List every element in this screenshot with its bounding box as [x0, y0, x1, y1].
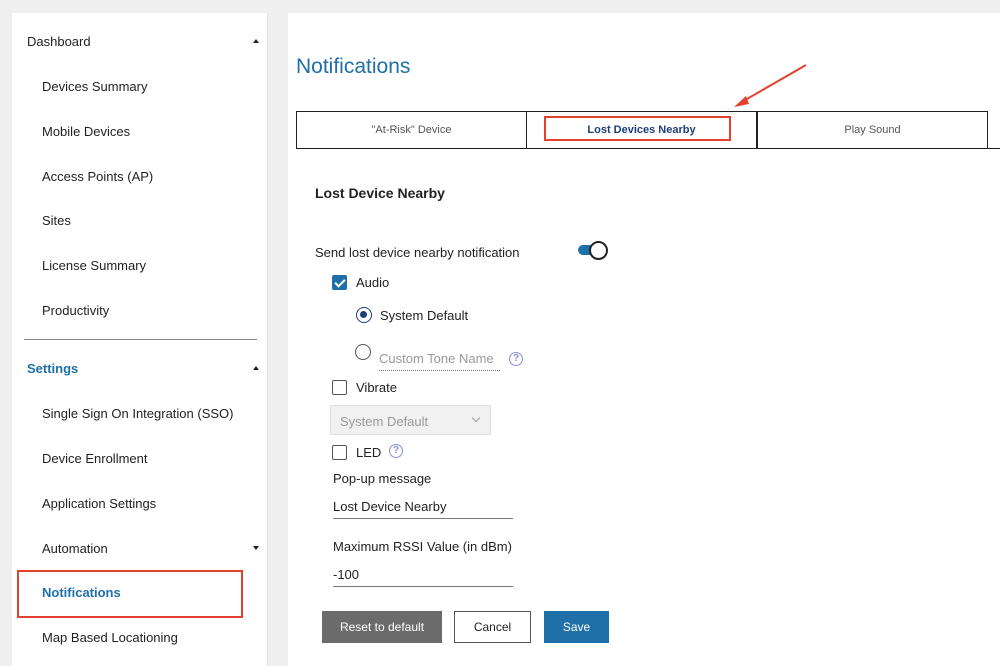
sidebar-item-label: Mobile Devices [42, 123, 131, 139]
sidebar-item-devices-summary[interactable]: Devices Summary [12, 64, 268, 108]
chevron-down-icon [471, 413, 481, 423]
caret-up-icon [253, 366, 259, 370]
led-checkbox[interactable] [332, 445, 347, 460]
sidebar-section-settings[interactable]: Settings [12, 346, 268, 390]
main-panel: Notifications "At-Risk" Device Lost Devi… [288, 13, 1000, 666]
vibrate-select[interactable]: System Default [330, 405, 491, 435]
sidebar-divider [24, 339, 257, 340]
tab-underline [296, 148, 1000, 149]
tab-label: Lost Devices Nearby [587, 124, 696, 136]
tab-at-risk-device[interactable]: "At-Risk" Device [296, 111, 527, 149]
sidebar-item-automation[interactable]: Automation [12, 526, 268, 570]
sidebar-section-label: Settings [27, 360, 79, 376]
help-icon[interactable]: ? [389, 444, 403, 458]
popup-message-input[interactable] [333, 495, 513, 519]
sidebar-item-sso[interactable]: Single Sign On Integration (SSO) [12, 391, 268, 435]
sidebar-item-sites[interactable]: Sites [12, 198, 268, 242]
help-icon[interactable]: ? [509, 352, 523, 366]
sidebar-item-label: Notifications [42, 584, 121, 600]
tab-bar: "At-Risk" Device Lost Devices Nearby Pla… [296, 111, 1000, 150]
tab-label: Play Sound [844, 124, 901, 136]
sidebar-item-label: Productivity [42, 302, 110, 318]
sidebar-item-productivity[interactable]: Productivity [12, 288, 268, 332]
custom-tone-radio[interactable] [355, 344, 371, 360]
vibrate-label: Vibrate [356, 380, 397, 395]
sidebar-item-notifications[interactable]: Notifications [12, 570, 268, 614]
caret-down-icon [253, 546, 259, 550]
sidebar-item-license-summary[interactable]: License Summary [12, 243, 268, 287]
sidebar-item-label: Map Based Locationing [42, 629, 178, 645]
sidebar-item-label: Single Sign On Integration (SSO) [42, 405, 234, 421]
tab-play-sound[interactable]: Play Sound [757, 111, 988, 149]
rssi-label: Maximum RSSI Value (in dBm) [333, 539, 512, 554]
tab-label: "At-Risk" Device [371, 124, 452, 136]
sidebar-item-label: Device Enrollment [42, 450, 148, 466]
section-title: Lost Device Nearby [315, 185, 445, 201]
toggle-knob [589, 241, 608, 260]
send-notification-label: Send lost device nearby notification [315, 245, 520, 260]
audio-checkbox[interactable] [332, 275, 347, 290]
sidebar-item-label: Devices Summary [42, 78, 148, 94]
sidebar-item-label: Application Settings [42, 495, 157, 511]
sidebar-item-label: Sites [42, 212, 71, 228]
sidebar-item-map-based-locationing[interactable]: Map Based Locationing [12, 615, 268, 659]
audio-label: Audio [356, 275, 390, 290]
sidebar-section-label: Dashboard [27, 33, 91, 49]
custom-tone-input[interactable] [379, 347, 500, 371]
sidebar-item-label: Access Points (AP) [42, 168, 154, 184]
page-title: Notifications [296, 55, 411, 78]
rssi-input[interactable] [333, 563, 513, 587]
tab-lost-devices-nearby[interactable]: Lost Devices Nearby [526, 111, 757, 149]
caret-up-icon [253, 39, 259, 43]
popup-message-label: Pop-up message [333, 471, 432, 486]
sidebar-section-dashboard[interactable]: Dashboard [12, 19, 268, 63]
reset-to-default-button[interactable]: Reset to default [322, 611, 442, 643]
led-label: LED [356, 445, 382, 460]
sidebar-item-label: License Summary [42, 257, 147, 273]
save-button[interactable]: Save [544, 611, 609, 643]
sidebar-item-label: Automation [42, 540, 108, 556]
vibrate-checkbox[interactable] [332, 380, 347, 395]
system-default-radio[interactable] [356, 307, 372, 323]
send-notification-toggle[interactable] [578, 241, 608, 260]
sidebar-item-access-points[interactable]: Access Points (AP) [12, 154, 268, 198]
sidebar-item-device-enrollment[interactable]: Device Enrollment [12, 436, 268, 480]
vibrate-select-value: System Default [340, 414, 429, 429]
sidebar-item-mobile-devices[interactable]: Mobile Devices [12, 109, 268, 153]
sidebar: Dashboard Devices Summary Mobile Devices… [12, 13, 268, 666]
cancel-button[interactable]: Cancel [454, 611, 531, 643]
sidebar-item-application-settings[interactable]: Application Settings [12, 481, 268, 525]
system-default-label: System Default [380, 308, 469, 323]
